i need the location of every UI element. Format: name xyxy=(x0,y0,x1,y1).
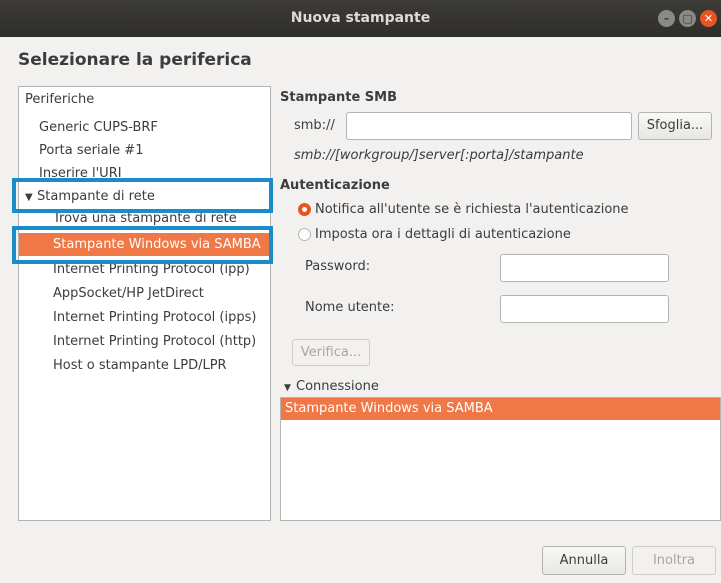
auth-option-notify[interactable]: Notifica all'utente se è richiesta l'aut… xyxy=(298,202,629,217)
auth-option-notify-label: Notifica all'utente se è richiesta l'aut… xyxy=(315,202,629,217)
device-item-ipp[interactable]: Internet Printing Protocol (ipp) xyxy=(19,258,270,281)
device-item-enter-uri[interactable]: Inserire l'URI xyxy=(19,162,270,185)
device-item-generic-cups-brf[interactable]: Generic CUPS-BRF xyxy=(19,116,270,139)
window-titlebar: Nuova stampante – ▢ ✕ xyxy=(0,0,721,37)
close-icon[interactable]: ✕ xyxy=(700,10,717,27)
username-label: Nome utente: xyxy=(305,300,395,315)
smb-prefix-label: smb:// xyxy=(294,118,335,133)
maximize-icon[interactable]: ▢ xyxy=(679,10,696,27)
auth-option-now-label: Imposta ora i dettagli di autenticazione xyxy=(315,227,571,242)
expand-arrow-icon[interactable]: ▼ xyxy=(284,383,296,393)
connection-item-windows-samba[interactable]: Stampante Windows via SAMBA xyxy=(281,398,720,420)
radio-unchecked-icon[interactable] xyxy=(298,228,311,241)
smb-uri-hint: smb://[workgroup/]server[:porta]/stampan… xyxy=(294,148,584,163)
window-title: Nuova stampante xyxy=(290,10,431,26)
connection-list[interactable]: Stampante Windows via SAMBA xyxy=(280,397,721,521)
username-field[interactable] xyxy=(500,295,669,323)
device-item-ipps[interactable]: Internet Printing Protocol (ipps) xyxy=(19,306,270,329)
connection-title: Connessione xyxy=(296,379,379,394)
expand-arrow-icon[interactable]: ▼ xyxy=(25,186,37,208)
device-item-serial-port[interactable]: Porta seriale #1 xyxy=(19,139,270,162)
smb-uri-input[interactable] xyxy=(346,112,632,140)
minimize-icon[interactable]: – xyxy=(658,10,675,27)
forward-button[interactable]: Inoltra xyxy=(632,546,716,575)
verify-button[interactable]: Verifica... xyxy=(292,339,370,366)
device-group-label: Stampante di rete xyxy=(37,189,155,204)
device-group-network-printer[interactable]: ▼ Stampante di rete xyxy=(19,185,270,208)
cancel-button[interactable]: Annulla xyxy=(542,546,626,575)
auth-option-now[interactable]: Imposta ora i dettagli di autenticazione xyxy=(298,227,571,242)
password-field[interactable] xyxy=(500,254,669,282)
smb-section-title: Stampante SMB xyxy=(280,90,397,105)
password-label: Password: xyxy=(305,259,371,274)
browse-button[interactable]: Sfoglia... xyxy=(638,112,712,140)
page-title: Selezionare la periferica xyxy=(18,50,252,70)
devices-tree[interactable]: Periferiche Generic CUPS-BRF Porta seria… xyxy=(18,86,271,521)
radio-checked-icon[interactable] xyxy=(298,203,311,216)
connection-expander[interactable]: ▼ Connessione xyxy=(284,379,379,394)
device-item-appsocket[interactable]: AppSocket/HP JetDirect xyxy=(19,282,270,305)
window-controls: – ▢ ✕ xyxy=(658,10,717,27)
devices-header: Periferiche xyxy=(25,92,95,107)
auth-section-title: Autenticazione xyxy=(280,178,390,193)
device-item-find-network-printer[interactable]: Trova una stampante di rete xyxy=(19,207,270,230)
device-item-windows-samba[interactable]: Stampante Windows via SAMBA xyxy=(19,233,270,256)
device-item-lpd-lpr[interactable]: Host o stampante LPD/LPR xyxy=(19,354,270,377)
device-item-http[interactable]: Internet Printing Protocol (http) xyxy=(19,330,270,353)
